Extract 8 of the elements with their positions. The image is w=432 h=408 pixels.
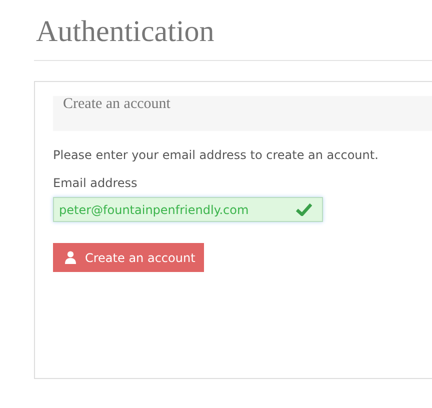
field-label: Email address xyxy=(53,176,138,190)
create-account-button[interactable]: Create an account xyxy=(53,243,204,272)
check-icon xyxy=(296,203,312,216)
panel-heading: Create an account xyxy=(53,96,432,131)
instructions-text: Please enter your email address to create an account. xyxy=(53,148,380,162)
email-field[interactable]: peter@fountainpenfriendly.com xyxy=(53,197,323,222)
page-title: Authentication xyxy=(36,14,216,50)
user-icon xyxy=(65,251,76,264)
